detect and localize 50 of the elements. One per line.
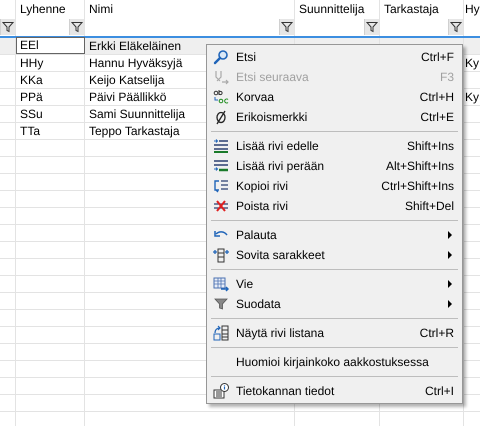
cell-editor[interactable]: EEl [16, 37, 85, 54]
export-table-icon [213, 276, 229, 292]
table-cell: Ky [465, 90, 480, 104]
column-header[interactable]: Suunnittelija [299, 2, 364, 16]
menu-item[interactable]: Vie [209, 274, 460, 294]
menu-item[interactable]: Sovita sarakkeet [209, 245, 460, 265]
table-cell: SSu [20, 107, 43, 121]
filter-icon [213, 296, 229, 312]
menu-item[interactable]: Korvaa Ctrl+H [209, 87, 460, 107]
replace-icon [213, 89, 229, 105]
table-cell: Erkki Eläkeläinen [89, 39, 182, 53]
insert-row-icon [213, 138, 229, 154]
table-cell: Sami Suunnittelija [89, 107, 186, 121]
menu-item[interactable]: Etsi Ctrl+F [209, 47, 460, 67]
filter-button[interactable] [69, 19, 84, 35]
column-header[interactable]: Tarkastaja [384, 2, 439, 16]
table-cell: Päivi Päällikkö [89, 90, 166, 104]
column-header[interactable]: Hy [465, 2, 480, 16]
table-cell: PPä [20, 90, 43, 104]
menu-item[interactable]: Tietokannan tiedot Ctrl+I [209, 381, 460, 401]
menu-item[interactable]: Poista rivi Shift+Del [209, 196, 460, 216]
table-cell: KKa [20, 73, 43, 87]
menu-item[interactable]: Huomioi kirjainkoko aakkostuksessa [209, 352, 460, 372]
menu-item[interactable]: Suodata [209, 294, 460, 314]
menu-item[interactable]: Palauta [209, 225, 460, 245]
table-cell: Hannu Hyväksyjä [89, 56, 182, 70]
menu-item[interactable]: Lisää rivi edelle Shift+Ins [209, 136, 460, 156]
menu-item[interactable]: Näytä rivi listana Ctrl+R [209, 323, 460, 343]
table-cell: Ky [465, 56, 480, 70]
delete-row-icon [213, 198, 229, 214]
append-row-icon [213, 158, 229, 174]
filter-button[interactable] [279, 19, 294, 35]
fit-columns-icon [213, 247, 229, 263]
table-cell: TTa [20, 124, 40, 138]
filter-button[interactable] [448, 19, 463, 35]
table-cell: Keijo Katselija [89, 73, 164, 87]
list-view-icon [213, 325, 229, 341]
filter-button[interactable] [364, 19, 379, 35]
menu-item[interactable]: Lisää rivi perään Alt+Shift+Ins [209, 156, 460, 176]
find-next-icon [213, 69, 229, 85]
search-icon [213, 49, 229, 65]
menu-item[interactable]: Kopioi rivi Ctrl+Shift+Ins [209, 176, 460, 196]
database-info-icon [213, 383, 229, 399]
copy-row-icon [213, 178, 229, 194]
menu-item[interactable]: Erikoismerkki Ctrl+E [209, 107, 460, 127]
filter-button[interactable] [0, 19, 15, 35]
table-cell: Teppo Tarkastaja [89, 124, 180, 138]
table-cell: HHy [20, 56, 44, 70]
column-header[interactable]: Nimi [89, 2, 113, 16]
column-header[interactable]: Lyhenne [20, 2, 66, 16]
